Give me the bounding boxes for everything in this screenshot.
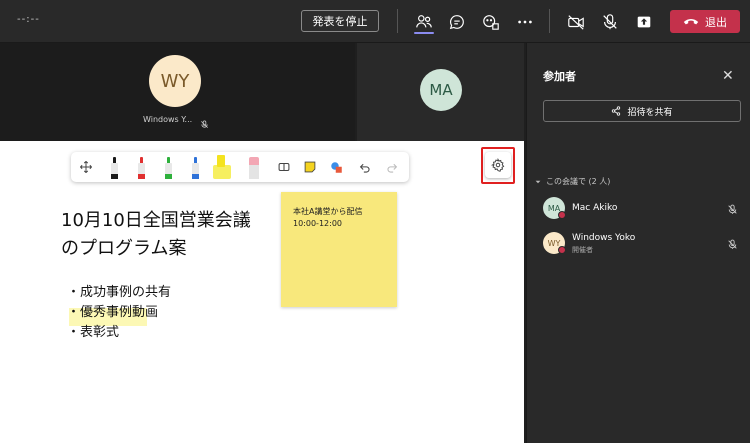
- section-header[interactable]: この会議で (2 人): [535, 176, 610, 187]
- highlighter-tool[interactable]: [211, 155, 233, 179]
- reactions-icon[interactable]: [480, 11, 502, 33]
- status-dot: [558, 246, 566, 254]
- list-item: ・優秀事例動画: [67, 305, 159, 320]
- video-gallery: WY Windows Y... MA: [0, 43, 524, 141]
- more-icon[interactable]: [514, 11, 536, 33]
- participant-row[interactable]: MA Mac Akiko: [543, 196, 741, 222]
- sticky-note[interactable]: 本社A講堂から配信 10:00-12:00: [281, 192, 397, 307]
- mic-off-icon: [200, 114, 209, 133]
- camera-off-icon[interactable]: [565, 11, 587, 33]
- participant-name: Mac Akiko: [572, 203, 618, 213]
- participant-name: Windows Yoko: [572, 233, 636, 243]
- close-icon[interactable]: ✕: [722, 69, 734, 83]
- share-invite-label: 招待を共有: [627, 107, 673, 118]
- sticky-line: 本社A講堂から配信: [293, 207, 363, 216]
- participant-tile[interactable]: WY Windows Y...: [0, 43, 355, 141]
- green-pen-tool[interactable]: [157, 155, 179, 179]
- share-invite-button[interactable]: 招待を共有: [543, 100, 741, 122]
- mic-off-icon[interactable]: [727, 200, 738, 219]
- move-icon[interactable]: [75, 155, 97, 179]
- divider: [549, 9, 550, 33]
- redo-icon[interactable]: [381, 155, 403, 179]
- lasso-icon[interactable]: [273, 155, 295, 179]
- leave-label: 退出: [705, 15, 727, 29]
- chat-icon[interactable]: [446, 11, 468, 33]
- meeting-timer: --:--: [17, 14, 40, 25]
- undo-icon[interactable]: [353, 155, 375, 179]
- participant-row[interactable]: WY Windows Yoko 開催者: [543, 231, 741, 257]
- blue-pen-tool[interactable]: [184, 155, 206, 179]
- board-heading: 10月10日全国営業会議 のプログラム案: [61, 207, 251, 263]
- participant-name: Windows Y...: [143, 115, 193, 124]
- share-tray-icon[interactable]: [633, 11, 655, 33]
- mic-off-icon[interactable]: [599, 11, 621, 33]
- section-label: この会議で (2 人): [546, 177, 611, 186]
- avatar: WY: [149, 55, 201, 107]
- black-pen-tool[interactable]: [103, 155, 125, 179]
- whiteboard-canvas[interactable]: 10月10日全国営業会議 のプログラム案 ・成功事例の共有 ・優秀事例動画 ・表…: [0, 141, 524, 443]
- hangup-icon: [683, 18, 699, 24]
- mic-off-icon[interactable]: [727, 235, 738, 254]
- meeting-toolbar: --:-- 発表を停止 退出: [0, 0, 750, 43]
- chevron-down-icon: [535, 180, 541, 183]
- list-item: ・表彰式: [67, 325, 120, 340]
- sticky-line: 10:00-12:00: [293, 219, 342, 228]
- shapes-icon[interactable]: [325, 155, 347, 179]
- whiteboard-toolbar: [71, 152, 409, 182]
- stop-presenting-button[interactable]: 発表を停止: [301, 10, 379, 32]
- status-dot: [558, 211, 566, 219]
- divider: [397, 9, 398, 33]
- settings-gear-icon[interactable]: [485, 152, 511, 178]
- heading-line: 10月10日全国営業会議: [61, 210, 251, 231]
- participants-panel: 参加者 ✕ 招待を共有 この会議で (2 人) MA Mac Akiko WY …: [526, 43, 750, 443]
- active-tab-indicator: [414, 32, 434, 34]
- leave-button[interactable]: 退出: [670, 10, 740, 33]
- people-icon[interactable]: [413, 11, 435, 33]
- participant-tile[interactable]: MA: [357, 43, 524, 141]
- bullet-list: ・成功事例の共有 ・優秀事例動画 ・表彰式: [67, 283, 171, 343]
- heading-line: のプログラム案: [61, 238, 187, 259]
- eraser-tool[interactable]: [243, 155, 265, 179]
- participant-role: 開催者: [572, 246, 593, 254]
- avatar: MA: [420, 69, 462, 111]
- red-pen-tool[interactable]: [130, 155, 152, 179]
- panel-title: 参加者: [543, 70, 576, 83]
- list-item: ・成功事例の共有: [67, 285, 172, 300]
- teams-meeting-window: --:-- 発表を停止 退出 WY Windows Y... MA 10月10日…: [0, 0, 750, 443]
- sticky-note-icon[interactable]: [299, 155, 321, 179]
- share-icon: [612, 106, 621, 116]
